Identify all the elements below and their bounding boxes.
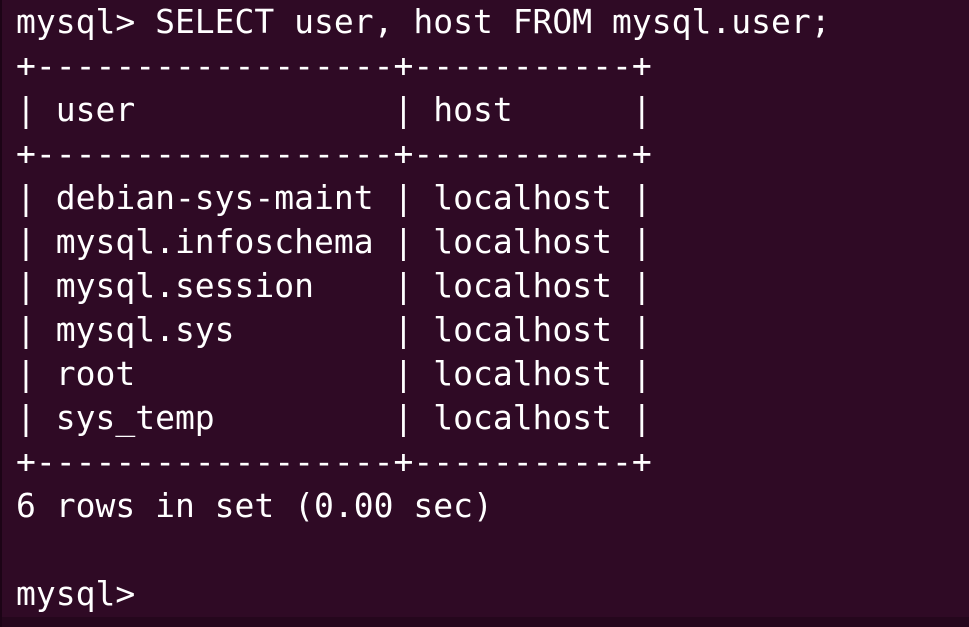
table-row: | sys_temp | localhost | — [16, 398, 652, 437]
table-row: | debian-sys-maint | localhost | — [16, 178, 652, 217]
table-row: | root | localhost | — [16, 354, 652, 393]
table-border-top: +------------------+-----------+ — [16, 46, 652, 85]
terminal-window[interactable]: mysql> SELECT user, host FROM mysql.user… — [0, 0, 969, 627]
table-header-row: | user | host | — [16, 90, 652, 129]
prompt: mysql> — [16, 574, 156, 613]
table-border-header: +------------------+-----------+ — [16, 134, 652, 173]
text-cursor — [155, 580, 173, 612]
window-bottom-edge — [2, 617, 969, 627]
result-summary: 6 rows in set (0.00 sec) — [16, 486, 493, 525]
table-row: | mysql.sys | localhost | — [16, 310, 652, 349]
table-row: | mysql.infoschema | localhost | — [16, 222, 652, 261]
table-border-bottom: +------------------+-----------+ — [16, 442, 652, 481]
command-line: mysql> SELECT user, host FROM mysql.user… — [16, 2, 831, 41]
table-row: | mysql.session | localhost | — [16, 266, 652, 305]
prompt-line[interactable]: mysql> — [16, 572, 173, 616]
